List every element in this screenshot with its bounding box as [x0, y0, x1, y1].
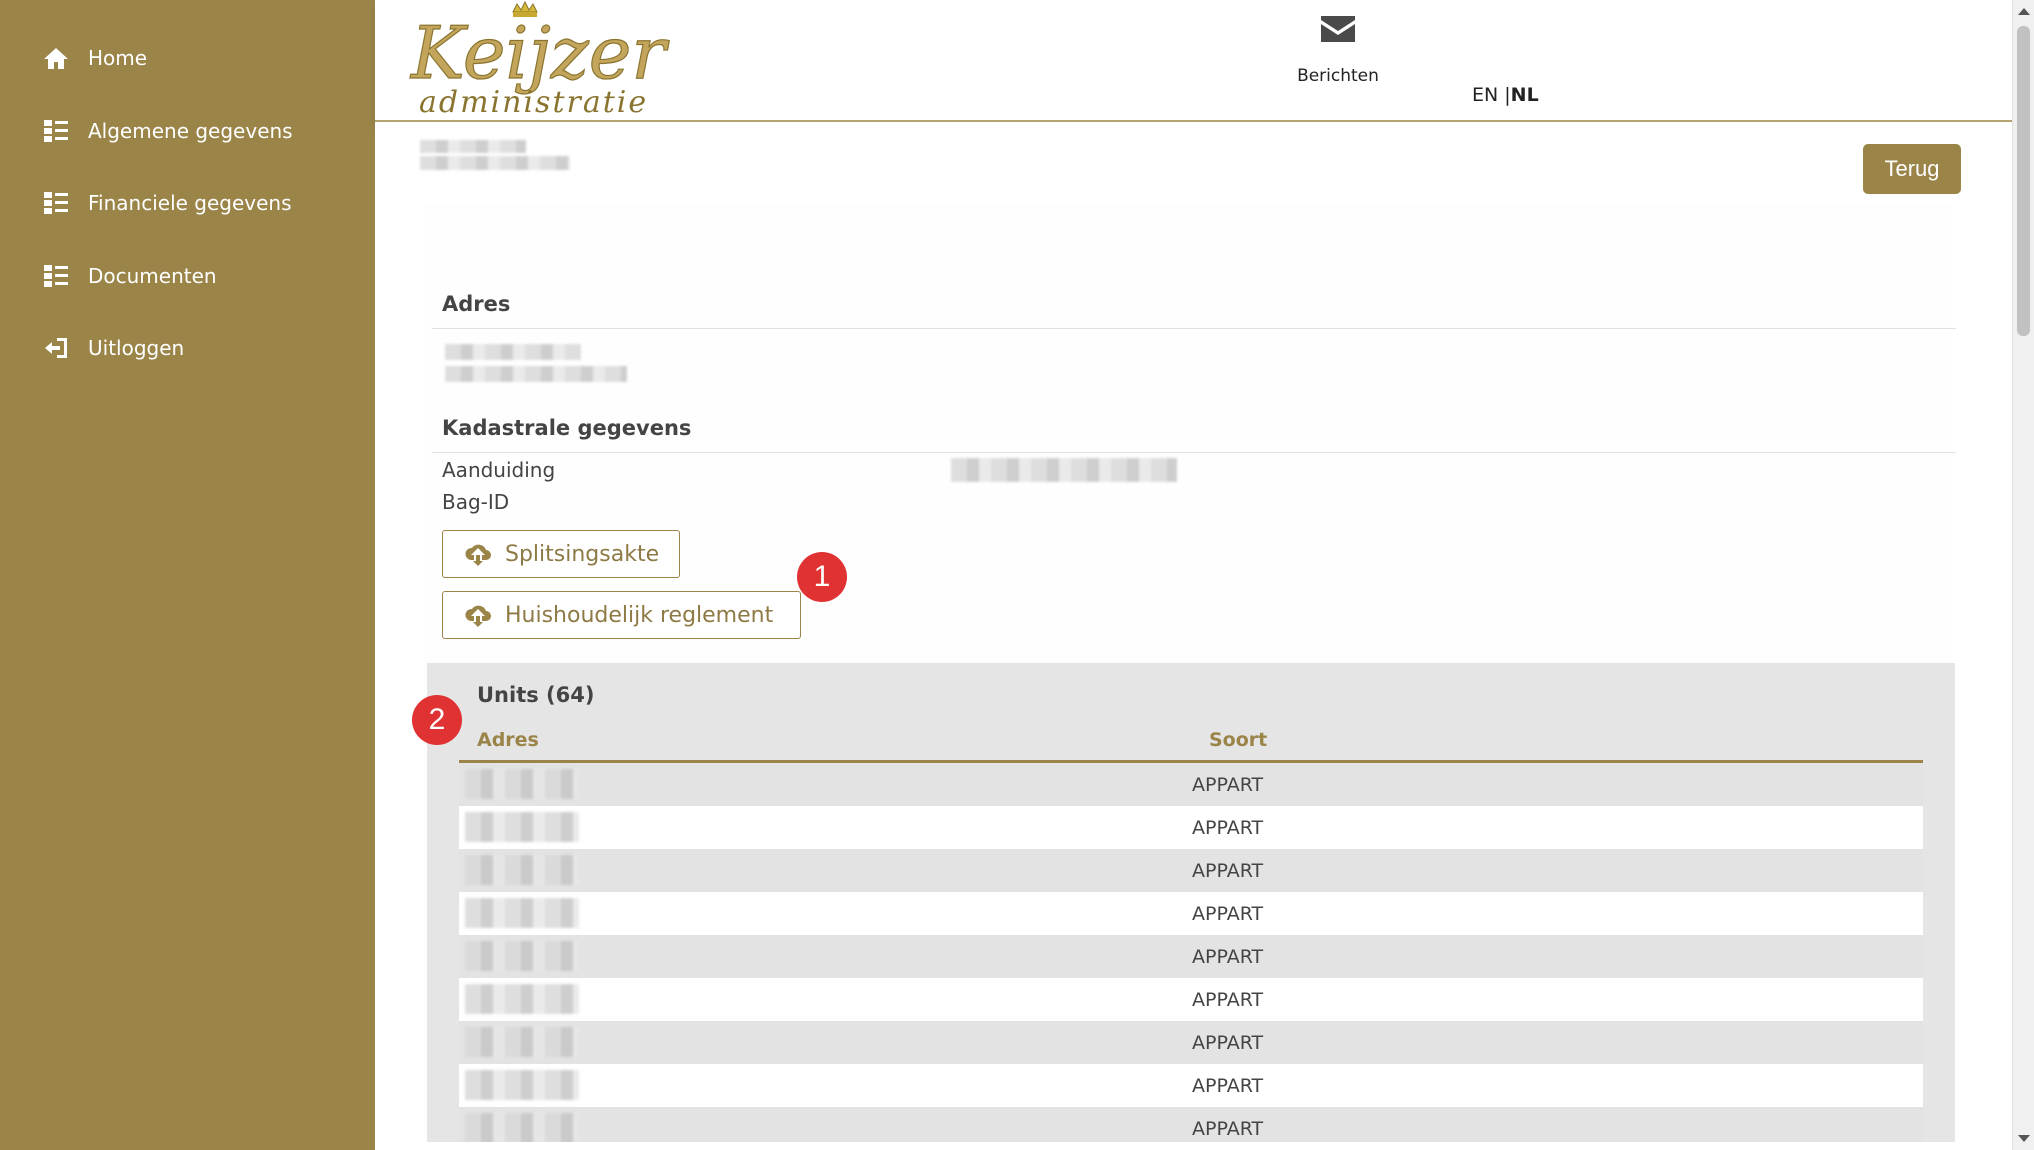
language-switcher: EN |NL — [1472, 84, 1539, 106]
cloud-download-icon — [465, 544, 491, 566]
divider — [432, 328, 1956, 329]
redacted-designation-value — [951, 458, 1177, 482]
messages-button[interactable]: Berichten — [1278, 16, 1398, 86]
redacted-unit-address — [465, 855, 579, 885]
messages-label: Berichten — [1297, 66, 1379, 86]
table-row[interactable]: APPART — [459, 1107, 1923, 1142]
unit-type-cell: APPART — [1192, 946, 1264, 968]
redacted-unit-address — [465, 1070, 579, 1100]
table-row[interactable]: APPART — [459, 1021, 1923, 1064]
redacted-complex-name — [420, 140, 526, 153]
sidebar-item-label: Financiele gegevens — [88, 191, 292, 215]
sidebar: Home Algemene gegevens Financiele gegeve… — [0, 0, 375, 1150]
scroll-up-arrow-icon[interactable] — [2018, 8, 2030, 15]
unit-type-cell: APPART — [1192, 1075, 1264, 1097]
table-row[interactable]: APPART — [459, 806, 1923, 849]
redacted-address-line — [445, 366, 627, 382]
top-header: Keijzer administratie Berichten EN |NL — [375, 0, 2034, 122]
back-button[interactable]: Terug — [1863, 144, 1961, 194]
redacted-unit-address — [465, 769, 579, 799]
cadastral-heading: Kadastrale gegevens — [442, 416, 692, 440]
table-row[interactable]: APPART — [459, 1064, 1923, 1107]
table-row[interactable]: APPART — [459, 978, 1923, 1021]
lang-separator: | — [1498, 84, 1511, 106]
huishoudelijk-reglement-download-button[interactable]: Huishoudelijk reglement — [442, 591, 801, 639]
lang-nl-link[interactable]: NL — [1511, 84, 1539, 106]
unit-type-cell: APPART — [1192, 860, 1264, 882]
sidebar-item-uitloggen[interactable]: Uitloggen — [40, 328, 184, 368]
unit-type-cell: APPART — [1192, 1118, 1264, 1140]
annotation-badge-2: 2 — [412, 695, 462, 745]
unit-type-cell: APPART — [1192, 774, 1264, 796]
envelope-icon — [1321, 16, 1355, 46]
sidebar-item-financiele-gegevens[interactable]: Financiele gegevens — [40, 183, 292, 223]
redacted-unit-address — [465, 812, 579, 842]
redacted-unit-address — [465, 1113, 579, 1142]
column-header-address[interactable]: Adres — [477, 729, 539, 751]
redacted-unit-address — [465, 984, 579, 1014]
button-label: Splitsingsakte — [505, 541, 660, 567]
list-icon — [40, 117, 72, 145]
redacted-unit-address — [465, 898, 579, 928]
list-icon — [40, 189, 72, 217]
splitsingsakte-download-button[interactable]: Splitsingsakte — [442, 530, 680, 578]
sidebar-item-label: Documenten — [88, 264, 217, 288]
units-section: Units (64) Adres Soort APPART APPART APP… — [427, 663, 1955, 1142]
cloud-download-icon — [465, 605, 491, 627]
table-row[interactable]: APPART — [459, 892, 1923, 935]
unit-type-cell: APPART — [1192, 989, 1264, 1011]
address-heading: Adres — [442, 292, 511, 316]
table-row[interactable]: APPART — [459, 849, 1923, 892]
sidebar-item-label: Home — [88, 46, 148, 70]
units-title: Units (64) — [477, 683, 595, 707]
redacted-unit-address — [465, 1027, 579, 1057]
designation-label: Aanduiding — [442, 458, 556, 482]
lang-en-link[interactable]: EN — [1472, 84, 1498, 106]
bag-id-label: Bag-ID — [442, 490, 510, 514]
sidebar-item-home[interactable]: Home — [40, 38, 147, 78]
logout-icon — [40, 334, 72, 362]
home-icon — [40, 44, 72, 72]
column-header-type[interactable]: Soort — [1209, 729, 1267, 751]
table-row[interactable]: APPART — [459, 763, 1923, 806]
logo-text: Keijzer — [409, 11, 669, 95]
button-label: Huishoudelijk reglement — [505, 602, 774, 628]
sidebar-item-documenten[interactable]: Documenten — [40, 256, 217, 296]
main-content: Terug Adres Kadastrale gegevens Aanduidi… — [375, 122, 2013, 1142]
unit-type-cell: APPART — [1192, 1032, 1264, 1054]
redacted-address-line — [445, 344, 581, 360]
list-icon — [40, 262, 72, 290]
scroll-down-arrow-icon[interactable] — [2018, 1135, 2030, 1142]
redacted-complex-name — [420, 156, 570, 170]
redacted-unit-address — [465, 941, 579, 971]
sidebar-item-label: Uitloggen — [88, 336, 185, 360]
table-row[interactable]: APPART — [459, 935, 1923, 978]
logo-subtext: administratie — [419, 85, 648, 118]
sidebar-item-label: Algemene gegevens — [88, 119, 293, 143]
scrollbar-thumb[interactable] — [2017, 26, 2030, 336]
brand-logo[interactable]: Keijzer administratie — [405, 0, 695, 120]
annotation-badge-1: 1 — [797, 552, 847, 602]
page-scrollbar[interactable] — [2012, 0, 2034, 1150]
sidebar-item-algemene-gegevens[interactable]: Algemene gegevens — [40, 111, 293, 151]
unit-type-cell: APPART — [1192, 903, 1264, 925]
unit-type-cell: APPART — [1192, 817, 1264, 839]
divider — [432, 452, 1956, 453]
